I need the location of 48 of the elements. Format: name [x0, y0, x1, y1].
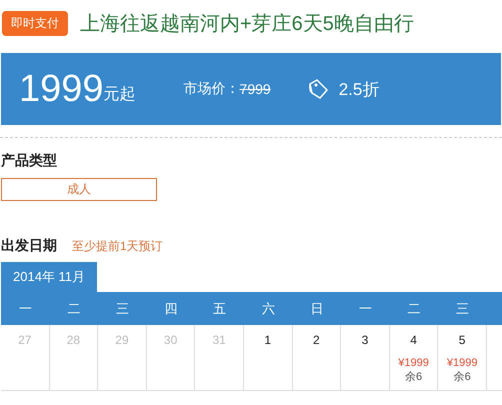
calendar-day[interactable]: 29	[98, 325, 147, 391]
calendar-day[interactable]: 27	[1, 325, 50, 391]
booking-note: 至少提前1天预订	[72, 238, 163, 255]
month-tab[interactable]: 2014年 11月	[1, 262, 98, 292]
day-number: 4	[410, 333, 417, 347]
day-number: 28	[66, 333, 80, 347]
price-suffix: 元起	[104, 85, 136, 105]
calendar-header	[486, 292, 502, 325]
day-number: 5	[458, 333, 466, 347]
weekday-header: 三	[98, 292, 147, 325]
weekday-header: 四	[146, 292, 196, 325]
weekday-header: 六	[244, 292, 293, 325]
price: 1999	[19, 68, 104, 110]
weekday-header: 一	[1, 292, 50, 325]
calendar-day[interactable]: 28	[50, 325, 98, 391]
payment-badge: 即时支付	[2, 11, 68, 36]
option-button[interactable]: 成人	[1, 178, 157, 201]
day-price: ¥1999	[446, 357, 478, 369]
calendar-day[interactable]: 4 ¥1999 余6	[390, 325, 438, 391]
day-number: 31	[212, 333, 226, 347]
market-price: 7999	[240, 81, 271, 97]
calendar-day[interactable]: 31	[195, 325, 244, 391]
day-number: 2	[313, 333, 320, 347]
day-number: 3	[362, 333, 368, 347]
product-title: 上海往返越南河内+芽庄6天5晚自由行	[80, 12, 414, 37]
day-price: ¥1999	[398, 357, 429, 369]
weekday-header: 日	[292, 292, 342, 325]
calendar-day[interactable]: 3	[341, 325, 390, 391]
calendar-day[interactable]: 5 ¥1999 余6	[438, 325, 487, 391]
calendar-day[interactable]: 2	[292, 325, 342, 391]
discount: 2.5折	[338, 78, 380, 100]
day-stock: 余6	[454, 370, 471, 384]
day-number: 29	[115, 333, 129, 347]
market-price-label: 市场价：	[184, 80, 240, 98]
section-heading: 出发日期	[1, 237, 57, 255]
section-heading: 产品类型	[1, 152, 58, 170]
weekday-header: 二	[50, 292, 98, 325]
calendar-day[interactable]: 30	[146, 325, 196, 391]
day-number: 1	[264, 333, 272, 347]
calendar-day[interactable]: 1	[244, 325, 293, 391]
tag-icon	[306, 78, 329, 100]
day-stock: 余6	[404, 370, 422, 384]
weekday-header: 三	[438, 292, 487, 325]
weekday-header: 五	[195, 292, 244, 325]
weekday-header: 一	[341, 292, 390, 325]
day-number: 27	[18, 333, 32, 347]
day-number: 30	[164, 333, 178, 347]
weekday-header: 二	[390, 292, 438, 325]
